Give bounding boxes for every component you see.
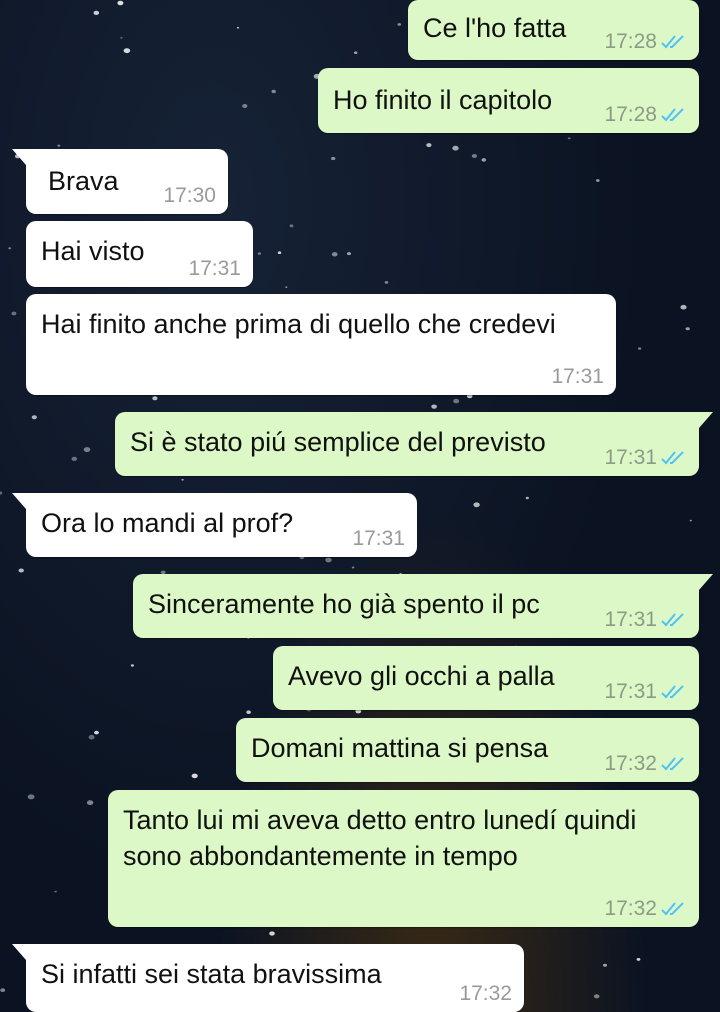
message-text: Hai finito anche prima di quello che cre… [41, 309, 556, 339]
message-meta: 17:31 [188, 257, 241, 281]
message-time: 17:31 [604, 446, 657, 469]
double-check-read-icon [661, 757, 684, 771]
message-bubble-outgoing[interactable]: Sinceramente ho già spento il pc 17:31 [133, 574, 713, 638]
message-bubble-outgoing[interactable]: Ho finito il capitolo 17:28 [318, 68, 699, 133]
message-time: 17:31 [604, 680, 657, 703]
message-text: Ho finito il capitolo [333, 85, 553, 115]
message-bubble-incoming[interactable]: Si infatti sei stata bravissima 17:32 [12, 944, 524, 1012]
message-time: 17:32 [604, 897, 657, 920]
double-check-read-icon [661, 108, 684, 122]
message-text: Brava [48, 166, 119, 196]
message-time: 17:31 [188, 257, 241, 280]
message-time: 17:28 [604, 103, 657, 126]
double-check-read-icon [661, 685, 684, 699]
message-text: Ce l'ho fatta [423, 13, 567, 43]
message-bubble-incoming[interactable]: Hai visto 17:31 [26, 221, 253, 287]
message-meta: 17:31 [352, 527, 405, 551]
message-bubble-outgoing[interactable]: Si è stato piú semplice del previsto 17:… [115, 412, 713, 476]
message-time: 17:31 [352, 527, 405, 550]
message-text: Tanto lui mi aveva detto entro lunedí qu… [123, 805, 637, 871]
message-time: 17:31 [551, 365, 604, 388]
message-meta: 17:32 [604, 752, 687, 776]
message-meta: 17:28 [604, 30, 687, 54]
message-bubble-incoming[interactable]: Ora lo mandi al prof? 17:31 [12, 493, 417, 557]
message-bubble-outgoing[interactable]: Tanto lui mi aveva detto entro lunedí qu… [108, 790, 699, 927]
message-meta: 17:31 [604, 446, 687, 470]
message-time: 17:30 [163, 184, 216, 207]
double-check-read-icon [661, 451, 684, 465]
message-text: Domani mattina si pensa [251, 733, 549, 763]
message-meta: 17:31 [551, 365, 604, 389]
message-time: 17:28 [604, 30, 657, 53]
message-text: Si infatti sei stata bravissima [41, 959, 382, 989]
message-bubble-outgoing[interactable]: Ce l'ho fatta 17:28 [408, 0, 699, 60]
message-bubble-incoming[interactable]: Hai finito anche prima di quello che cre… [26, 294, 616, 395]
message-text: Hai visto [41, 236, 145, 266]
message-time: 17:31 [604, 608, 657, 631]
message-bubble-incoming[interactable]: Brava 17:30 [12, 149, 228, 214]
message-meta: 17:32 [459, 982, 512, 1006]
message-text: Sinceramente ho già spento il pc [148, 589, 540, 619]
message-time: 17:32 [459, 982, 512, 1005]
message-time: 17:32 [604, 752, 657, 775]
double-check-read-icon [661, 902, 684, 916]
message-meta: 17:28 [604, 103, 687, 127]
message-meta: 17:30 [163, 184, 216, 208]
double-check-read-icon [661, 613, 684, 627]
message-text: Ora lo mandi al prof? [41, 508, 294, 538]
message-meta: 17:32 [604, 897, 687, 921]
double-check-read-icon [661, 35, 684, 49]
message-text: Avevo gli occhi a palla [288, 661, 555, 691]
message-meta: 17:31 [604, 680, 687, 704]
message-meta: 17:31 [604, 608, 687, 632]
chat-conversation: Ce l'ho fatta 17:28 Ho finito il capitol… [0, 0, 720, 1012]
message-bubble-outgoing[interactable]: Domani mattina si pensa 17:32 [236, 718, 699, 782]
message-bubble-outgoing[interactable]: Avevo gli occhi a palla 17:31 [273, 646, 699, 710]
message-text: Si è stato piú semplice del previsto [130, 427, 546, 457]
